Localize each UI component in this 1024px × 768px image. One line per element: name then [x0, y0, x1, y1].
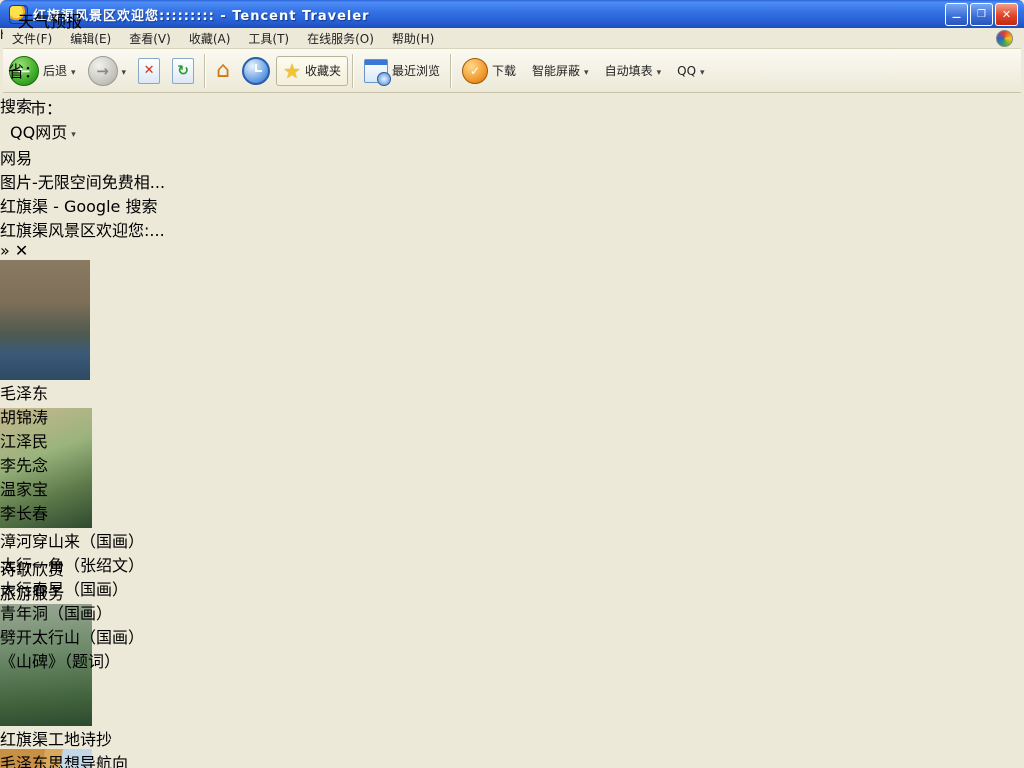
- menu-help[interactable]: 帮助(H): [383, 28, 443, 49]
- poem-link[interactable]: 红旗渠工地诗抄: [0, 726, 258, 750]
- menu-tools[interactable]: 工具(T): [239, 28, 298, 49]
- tabbar: 网易 图片-无限空间免费相... 红旗渠 - Google 搜索 红旗渠风景区欢…: [0, 145, 1024, 260]
- tab-overflow-button[interactable]: »: [0, 241, 10, 260]
- close-button[interactable]: [995, 3, 1018, 26]
- qq-web-dropdown-icon[interactable]: [71, 122, 76, 141]
- smart-block-label: 智能屏蔽: [532, 62, 580, 79]
- city-label: 市：: [30, 95, 62, 119]
- search-label: 搜索: [0, 97, 32, 116]
- download-button[interactable]: 下载: [456, 56, 522, 86]
- link-label: 《山碑》（题词）: [0, 652, 120, 671]
- weather-title: 天气预报: [18, 8, 82, 32]
- back-label: 后退: [43, 62, 67, 79]
- stop-icon: [138, 58, 160, 84]
- favorites-button[interactable]: 收藏夹: [276, 56, 348, 86]
- qq-web-label: QQ网页: [10, 119, 67, 143]
- browser-window: 红旗渠风景区欢迎您::::::::: - Tencent Traveler 文件…: [0, 0, 1024, 768]
- recent-button[interactable]: 最近浏览: [358, 57, 446, 85]
- tab-label: 红旗渠风景区欢迎您:...: [0, 221, 165, 240]
- back-dropdown-icon[interactable]: [71, 64, 76, 78]
- recent-label: 最近浏览: [392, 62, 440, 79]
- link-label: 劈开太行山（国画）: [0, 628, 144, 647]
- link-label: 青年洞（国画）: [0, 604, 112, 623]
- forward-dropdown-icon[interactable]: [122, 64, 127, 78]
- tab-google-search[interactable]: 红旗渠 - Google 搜索: [0, 193, 1024, 217]
- toolbar-separator: [352, 54, 354, 88]
- leader-link[interactable]: 毛泽东: [0, 380, 257, 404]
- home-button[interactable]: [210, 59, 236, 83]
- smart-block-dropdown-icon[interactable]: [584, 64, 589, 78]
- home-icon: [216, 61, 230, 81]
- travel-title: 旅游服务: [0, 584, 64, 603]
- page-content: 毛泽东 胡锦涛 江泽民 李先念 温家宝 李长春 漳河穿山来（国画） 太行一角（张…: [0, 260, 1024, 768]
- tab-hongqiqu-active[interactable]: 红旗渠风景区欢迎您:...: [0, 217, 1024, 241]
- maximize-button[interactable]: [970, 3, 993, 26]
- poetry-title: 诗歌欣赏: [0, 560, 64, 579]
- download-icon: [462, 58, 488, 84]
- download-label: 下载: [492, 62, 516, 79]
- stop-button[interactable]: [132, 56, 166, 86]
- forward-button[interactable]: [82, 54, 133, 88]
- tab-close-button[interactable]: ✕: [15, 241, 28, 260]
- province-label: 省：: [8, 58, 40, 82]
- recent-history-icon: [364, 59, 388, 83]
- autofill-label: 自动填表: [605, 62, 653, 79]
- link-label: 李先念: [0, 456, 48, 475]
- forward-icon: [88, 56, 118, 86]
- autofill-dropdown-icon[interactable]: [657, 64, 662, 78]
- leader-photo[interactable]: [0, 260, 90, 380]
- window-title: 红旗渠风景区欢迎您::::::::: - Tencent Traveler: [33, 5, 945, 24]
- leaders-panel: 毛泽东 胡锦涛 江泽民 李先念 温家宝 李长春: [0, 260, 257, 408]
- link-label: 胡锦涛: [0, 408, 48, 427]
- link-label: 温家宝: [0, 480, 48, 499]
- history-button[interactable]: [236, 55, 276, 87]
- link-label: 江泽民: [0, 432, 48, 451]
- toolbar-separator: [450, 54, 452, 88]
- refresh-button[interactable]: [166, 56, 200, 86]
- link-label: 漳河穿山来（国画）: [0, 532, 144, 551]
- menu-online-services[interactable]: 在线服务(O): [298, 28, 383, 49]
- qq-dropdown-icon[interactable]: [700, 64, 705, 78]
- history-clock-icon: [242, 57, 270, 85]
- painting-link[interactable]: 漳河穿山来（国画）: [0, 528, 256, 552]
- titlebar: 红旗渠风景区欢迎您::::::::: - Tencent Traveler: [0, 0, 1024, 28]
- refresh-icon: [172, 58, 194, 84]
- autofill-button[interactable]: 自动填表: [595, 60, 668, 81]
- qq-button[interactable]: QQ: [667, 62, 710, 80]
- tab-label: 网易: [0, 149, 32, 168]
- tab-photos[interactable]: 图片-无限空间免费相...: [0, 169, 1024, 193]
- menu-favorites[interactable]: 收藏(A): [180, 28, 240, 49]
- favorites-label: 收藏夹: [305, 62, 341, 79]
- menu-view[interactable]: 查看(V): [120, 28, 180, 49]
- minimize-button[interactable]: [945, 3, 968, 26]
- favorites-star-icon: [283, 59, 301, 83]
- qq-web-button[interactable]: QQ网页: [0, 117, 1024, 145]
- smart-block-button[interactable]: 智能屏蔽: [522, 60, 595, 81]
- link-label: 毛泽东: [0, 384, 48, 403]
- main-toolbar: 后退 收藏夹 最近浏览 下载 智能屏蔽: [3, 49, 1021, 93]
- toolbar-separator: [204, 54, 206, 88]
- tt-ball-icon: [996, 30, 1013, 47]
- link-label: 红旗渠工地诗抄: [0, 730, 112, 749]
- menubar: 文件(F) 编辑(E) 查看(V) 收藏(A) 工具(T) 在线服务(O) 帮助…: [3, 28, 1021, 49]
- link-label: 毛泽东思想导航向: [0, 754, 128, 768]
- tab-label: 图片-无限空间免费相...: [0, 173, 165, 192]
- qq-label: QQ: [677, 64, 696, 78]
- tab-netease[interactable]: 网易: [0, 145, 1024, 169]
- link-label: 李长春: [0, 504, 48, 523]
- tab-label: 红旗渠 - Google 搜索: [0, 197, 157, 216]
